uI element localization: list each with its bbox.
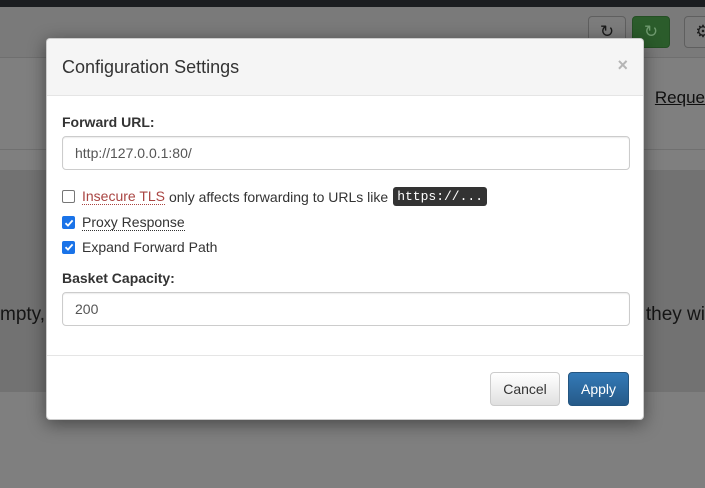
dialog-header: Configuration Settings × bbox=[47, 39, 643, 96]
forward-url-label: Forward URL: bbox=[62, 114, 155, 130]
gear-icon: ⚙ bbox=[695, 22, 705, 41]
proxy-response-label[interactable]: Proxy Response bbox=[82, 214, 185, 231]
cancel-button[interactable]: Cancel bbox=[490, 372, 560, 406]
proxy-response-checkbox[interactable] bbox=[62, 216, 75, 229]
empty-message-right: they wi bbox=[645, 304, 705, 325]
expand-forward-path-checkbox[interactable] bbox=[62, 240, 75, 254]
close-button[interactable]: × bbox=[617, 56, 628, 74]
forward-url-input[interactable] bbox=[62, 136, 630, 170]
dialog-footer: Cancel Apply bbox=[47, 355, 643, 419]
basket-capacity-label: Basket Capacity: bbox=[62, 270, 175, 286]
insecure-tls-label[interactable]: Insecure TLS bbox=[82, 188, 166, 205]
proxy-response-row: Proxy Response bbox=[62, 214, 185, 231]
expand-forward-path-row: Expand Forward Path bbox=[62, 239, 217, 255]
checkmark-icon bbox=[64, 219, 73, 227]
settings-button[interactable]: ⚙ bbox=[684, 16, 705, 48]
requests-link[interactable]: Reque bbox=[655, 88, 705, 108]
apply-button[interactable]: Apply bbox=[568, 372, 629, 406]
auto-refresh-icon: ↻ bbox=[643, 22, 659, 41]
configuration-dialog: Configuration Settings × Forward URL: In… bbox=[46, 38, 644, 420]
basket-capacity-input[interactable] bbox=[62, 292, 630, 326]
https-code-sample: https://... bbox=[393, 187, 488, 206]
top-navbar bbox=[0, 0, 705, 7]
expand-forward-path-label[interactable]: Expand Forward Path bbox=[82, 239, 217, 255]
insecure-tls-row: Insecure TLS only affects forwarding to … bbox=[62, 187, 488, 206]
dialog-title: Configuration Settings bbox=[62, 57, 240, 77]
empty-message-left: mpty, bbox=[0, 304, 46, 325]
insecure-tls-help: only affects forwarding to URLs like bbox=[169, 188, 389, 205]
checkmark-icon bbox=[64, 243, 73, 251]
insecure-tls-checkbox[interactable] bbox=[62, 190, 75, 203]
